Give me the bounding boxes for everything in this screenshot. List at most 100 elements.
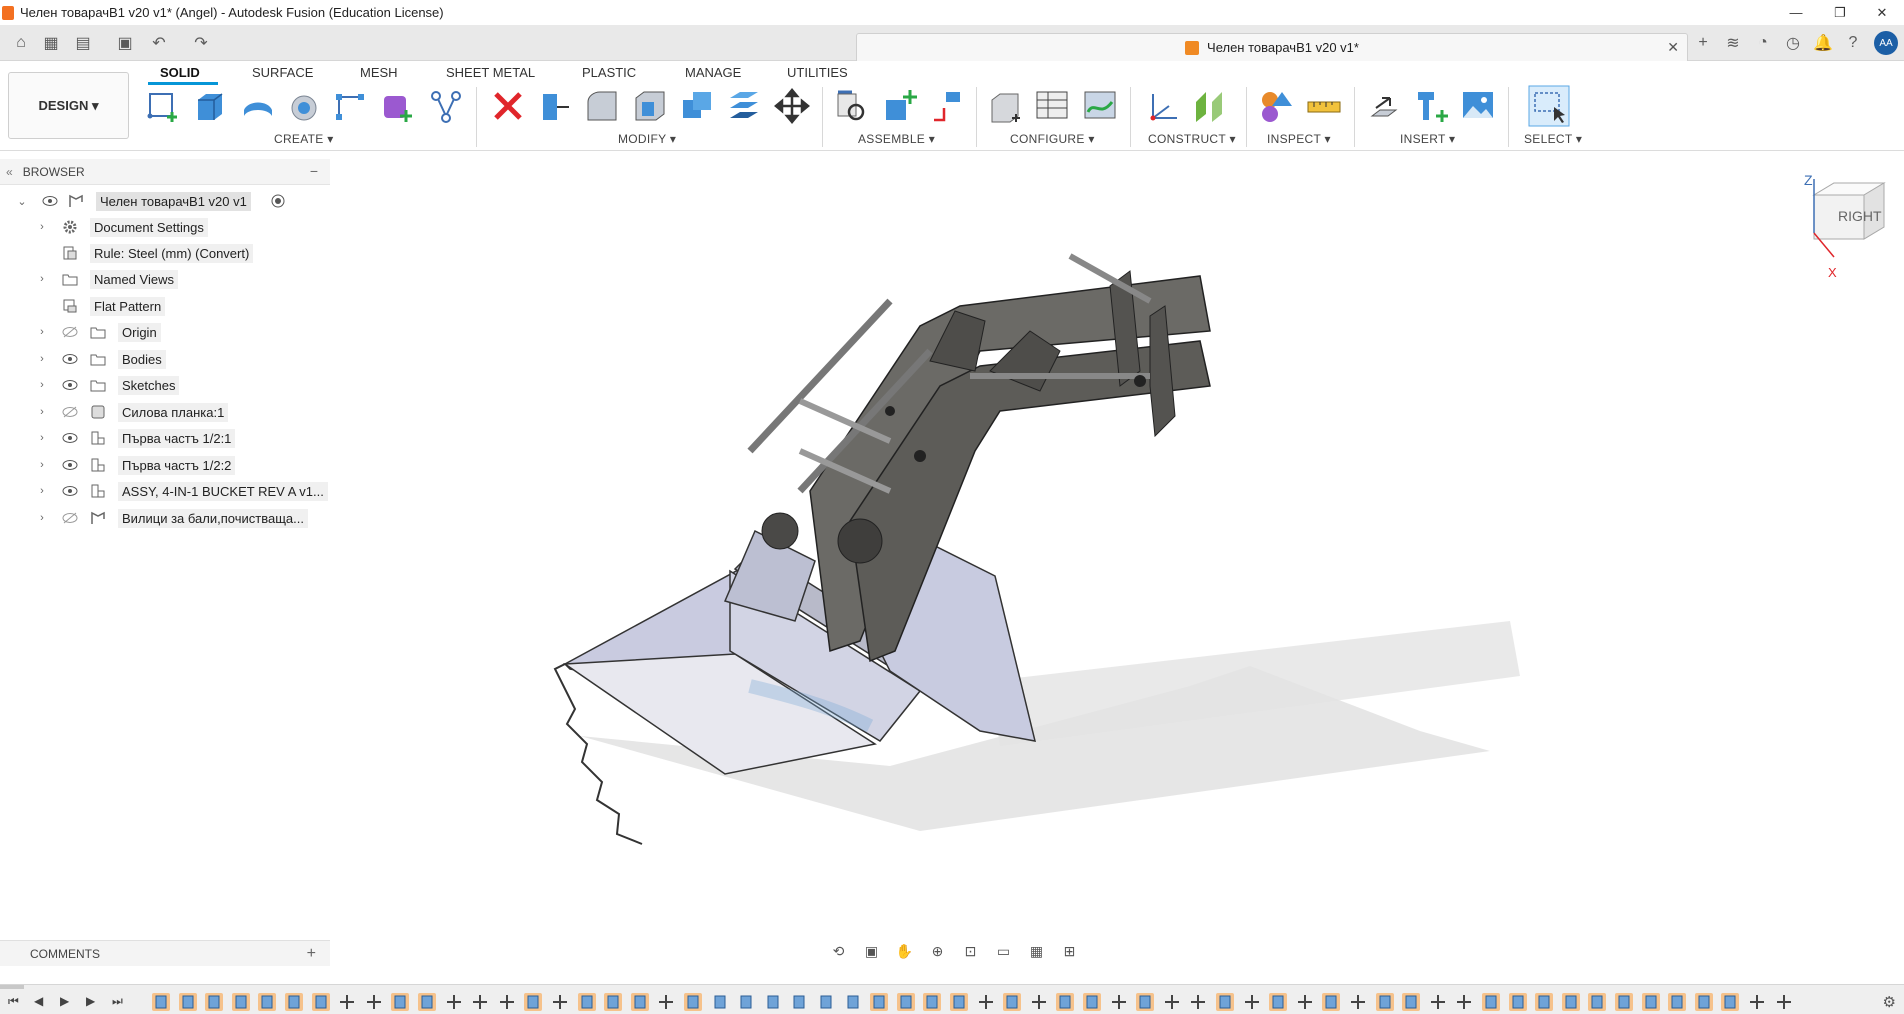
timeline-feature[interactable] bbox=[231, 993, 250, 1011]
eye-icon[interactable] bbox=[62, 353, 78, 365]
zoom-icon[interactable]: ⊕ bbox=[927, 941, 949, 961]
offset-plane-icon[interactable] bbox=[1192, 88, 1228, 124]
insert-derive-icon[interactable] bbox=[1366, 88, 1402, 124]
timeline-feature[interactable] bbox=[1641, 993, 1660, 1011]
new-tab-icon[interactable]: + bbox=[1692, 32, 1714, 54]
timeline-feature[interactable] bbox=[524, 993, 543, 1011]
home-icon[interactable]: ⌂ bbox=[10, 32, 32, 54]
timeline-feature[interactable] bbox=[1561, 993, 1580, 1011]
timeline-feature[interactable] bbox=[178, 993, 197, 1011]
chevron-right-icon[interactable]: › bbox=[36, 379, 48, 391]
create-group-label[interactable]: CREATE ▾ bbox=[274, 132, 334, 146]
shell-icon[interactable] bbox=[632, 88, 668, 124]
timeline-feature[interactable] bbox=[630, 993, 649, 1011]
browser-item-document-settings[interactable]: › Document Settings bbox=[0, 216, 330, 238]
browser-item-assy-bucket[interactable]: › ASSY, 4-IN-1 BUCKET REV A v1... bbox=[0, 480, 330, 502]
chevron-right-icon[interactable]: › bbox=[36, 221, 48, 233]
axis-icon[interactable] bbox=[1145, 88, 1181, 124]
timeline-feature[interactable] bbox=[1615, 993, 1633, 1011]
timeline-feature[interactable] bbox=[923, 993, 942, 1011]
browser-item-named-views[interactable]: › Named Views bbox=[0, 268, 330, 290]
browser-item-bodies[interactable]: › Bodies bbox=[0, 348, 330, 370]
timeline-feature[interactable] bbox=[1189, 993, 1207, 1011]
tab-surface[interactable]: SURFACE bbox=[252, 65, 313, 80]
timeline-feature[interactable] bbox=[711, 993, 729, 1011]
timeline-settings-icon[interactable]: ⚙ bbox=[1883, 993, 1896, 1011]
look-at-icon[interactable]: ▣ bbox=[861, 941, 883, 961]
browser-item-origin[interactable]: › Origin bbox=[0, 321, 330, 343]
tab-solid[interactable]: SOLID bbox=[160, 65, 200, 80]
timeline-feature[interactable] bbox=[1535, 993, 1554, 1011]
minimize-button[interactable]: — bbox=[1774, 0, 1818, 25]
timeline-feature[interactable] bbox=[817, 993, 835, 1011]
avatar[interactable]: AA bbox=[1874, 31, 1898, 55]
browser-item-vilitsi[interactable]: › Вилици за бали,почистваща... bbox=[0, 507, 330, 529]
timeline-feature[interactable] bbox=[1083, 993, 1101, 1011]
browser-item-sketches[interactable]: › Sketches bbox=[0, 374, 330, 396]
extrude-icon[interactable] bbox=[192, 88, 228, 124]
timeline-feature[interactable] bbox=[1322, 993, 1341, 1011]
rectangular-pattern-icon[interactable] bbox=[332, 88, 368, 124]
timeline-feature[interactable] bbox=[391, 993, 410, 1011]
redo-icon[interactable]: ↷ bbox=[190, 32, 212, 54]
construct-group-label[interactable]: CONSTRUCT ▾ bbox=[1148, 132, 1236, 146]
extensions-icon[interactable]: ◷ bbox=[1782, 32, 1804, 54]
browser-item-flat-pattern[interactable]: Flat Pattern bbox=[0, 295, 330, 317]
restore-button[interactable]: ❐ bbox=[1818, 0, 1862, 25]
timeline-feature[interactable] bbox=[1296, 993, 1314, 1011]
timeline-feature[interactable] bbox=[365, 993, 383, 1011]
browser-item-silova-planka[interactable]: › Силова планка:1 bbox=[0, 401, 330, 423]
go-to-end-icon[interactable]: ⏭ bbox=[112, 994, 123, 1009]
timeline-feature[interactable] bbox=[498, 993, 516, 1011]
timeline-feature[interactable] bbox=[1136, 993, 1155, 1011]
timeline-feature[interactable] bbox=[1508, 993, 1527, 1011]
eye-icon[interactable] bbox=[62, 432, 78, 444]
timeline-feature[interactable] bbox=[844, 993, 862, 1011]
timeline-feature[interactable] bbox=[551, 993, 569, 1011]
timeline-feature[interactable] bbox=[471, 993, 489, 1011]
close-window-button[interactable]: ✕ bbox=[1860, 0, 1904, 25]
timeline-feature[interactable] bbox=[1243, 993, 1261, 1011]
configure-icon[interactable] bbox=[988, 88, 1024, 124]
delete-icon[interactable] bbox=[490, 88, 526, 124]
eye-icon[interactable] bbox=[42, 195, 58, 207]
timeline-feature[interactable] bbox=[896, 993, 915, 1011]
joint-icon[interactable] bbox=[834, 88, 870, 124]
display-component-colors-icon[interactable] bbox=[1258, 88, 1294, 124]
timeline-feature[interactable] bbox=[1668, 993, 1687, 1011]
move-copy-icon[interactable] bbox=[774, 88, 810, 124]
chevron-right-icon[interactable]: › bbox=[36, 432, 48, 444]
new-component-icon[interactable] bbox=[882, 88, 918, 124]
timeline-feature[interactable] bbox=[790, 993, 808, 1011]
tab-mesh[interactable]: MESH bbox=[360, 65, 398, 80]
close-tab-icon[interactable]: ✕ bbox=[1667, 39, 1679, 56]
fillet-icon[interactable] bbox=[584, 88, 620, 124]
timeline-feature[interactable] bbox=[418, 993, 436, 1011]
grid-apps-icon[interactable]: ▦ bbox=[40, 32, 62, 54]
timeline-feature[interactable] bbox=[1216, 993, 1234, 1011]
timeline-feature[interactable] bbox=[737, 993, 755, 1011]
tab-manage[interactable]: MANAGE bbox=[685, 65, 741, 80]
chevron-right-icon[interactable]: › bbox=[36, 512, 48, 524]
modify-group-label[interactable]: MODIFY ▾ bbox=[618, 132, 676, 146]
data-panel-icon[interactable]: ≋ bbox=[1722, 32, 1744, 54]
timeline-feature[interactable] bbox=[1402, 993, 1421, 1011]
tab-utilities[interactable]: UTILITIES bbox=[787, 65, 848, 80]
timeline-feature[interactable] bbox=[977, 993, 995, 1011]
configuration-rule-icon[interactable] bbox=[1082, 88, 1118, 124]
timeline-feature[interactable] bbox=[445, 993, 463, 1011]
create-sketch-icon[interactable] bbox=[146, 88, 182, 124]
chevron-down-icon[interactable]: ⌄ bbox=[16, 195, 28, 208]
revolve-icon[interactable] bbox=[286, 88, 322, 124]
timeline-feature[interactable] bbox=[1030, 993, 1048, 1011]
configure-group-label[interactable]: CONFIGURE ▾ bbox=[1010, 132, 1095, 146]
chevron-right-icon[interactable]: › bbox=[36, 406, 48, 418]
fit-icon[interactable]: ⊡ bbox=[960, 941, 982, 961]
timeline-feature[interactable] bbox=[1482, 993, 1500, 1011]
help-icon[interactable]: ? bbox=[1842, 32, 1864, 54]
go-to-start-icon[interactable]: ⏮ bbox=[8, 994, 19, 1009]
view-cube[interactable]: RIGHT Z X bbox=[1800, 173, 1890, 283]
tab-sheet-metal[interactable]: SHEET METAL bbox=[446, 65, 535, 80]
eye-icon[interactable] bbox=[62, 459, 78, 471]
timeline-feature[interactable] bbox=[604, 993, 623, 1011]
